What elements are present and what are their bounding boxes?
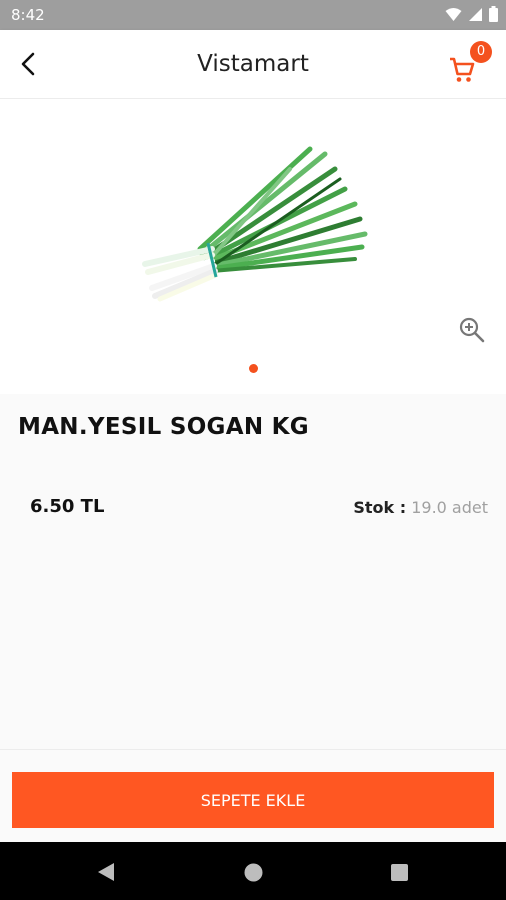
shopping-cart-icon (450, 57, 475, 82)
wifi-icon (445, 7, 462, 21)
battery-icon (489, 6, 498, 22)
stock-label: Stok : (353, 498, 407, 517)
status-bar: 8:42 (0, 0, 506, 30)
add-to-cart-button[interactable]: SEPETE EKLE (12, 772, 494, 828)
status-icons (445, 6, 498, 22)
product-image-carousel (0, 99, 506, 394)
nav-home-icon[interactable] (244, 863, 263, 882)
cart-button[interactable]: 0 (448, 41, 492, 84)
cart-count-badge: 0 (470, 41, 492, 63)
app-title: Vistamart (197, 51, 309, 77)
product-price: 6.50 TL (30, 496, 105, 517)
product-image[interactable] (140, 139, 370, 304)
nav-recent-apps-icon[interactable] (391, 864, 408, 881)
zoom-in-icon[interactable] (458, 316, 486, 344)
stock-value: 19.0 adet (411, 498, 488, 517)
nav-back-icon[interactable] (96, 862, 116, 882)
divider (0, 749, 506, 750)
status-time: 8:42 (11, 6, 45, 24)
product-name: MAN.YESIL SOGAN KG (18, 414, 309, 440)
carousel-indicator-dot[interactable] (249, 364, 258, 373)
cellular-signal-icon (469, 7, 482, 21)
stock-info: Stok : 19.0 adet (353, 498, 488, 517)
system-navigation-bar (0, 842, 506, 900)
app-bar: Vistamart 0 (0, 30, 506, 99)
